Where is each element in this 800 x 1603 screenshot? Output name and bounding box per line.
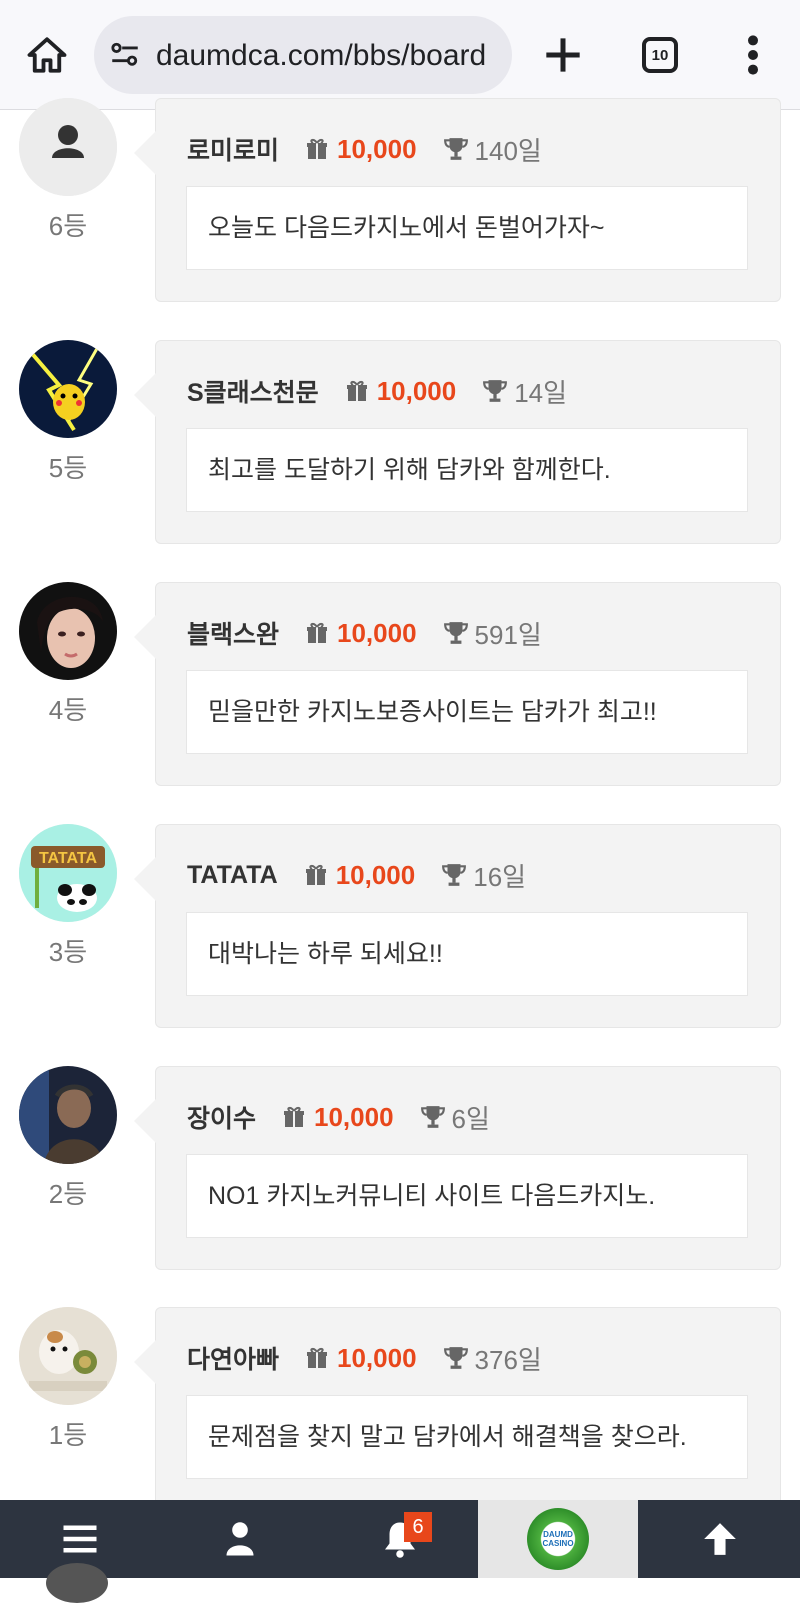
notification-count-badge: 6 — [404, 1512, 432, 1542]
comment-meta: 장이수 10,000 6일 — [187, 1097, 490, 1137]
site-settings-icon[interactable] — [108, 38, 142, 72]
more-vert-icon — [748, 35, 758, 75]
rank-label: 1등 — [48, 1420, 88, 1450]
comment-bubble: S클래스천문 10,000 14일최고를 도달하기 위해 담카와 함께한다. — [134, 340, 781, 544]
points-value: 10,000 — [376, 375, 457, 406]
gift-icon — [307, 138, 328, 159]
home-icon — [27, 37, 67, 73]
comment-item: 5등 S클래스천문 10,000 14일최고를 도달하기 위해 담카와 함께한다. — [0, 340, 800, 544]
comment-meta: 로미로미 10,000 140일 — [187, 129, 542, 169]
nickname[interactable]: 장이수 — [187, 1099, 256, 1135]
address-bar[interactable]: daumdca.com/bbs/board — [94, 16, 512, 94]
nickname[interactable]: 블랙스완 — [187, 615, 279, 651]
comment-item: 2등 장이수 10,000 6일 NO1 카지노커뮤니티 사이트 다음드카지노. — [0, 1066, 800, 1270]
hamburger-menu-icon — [63, 1525, 97, 1553]
svg-text:TATATA: TATATA — [39, 850, 97, 867]
browser-menu-button[interactable] — [738, 30, 768, 80]
rank-label: 4등 — [48, 695, 88, 725]
comment-item: TATATA 3등 TATATA 10,000 16일대박나는 하루 되세요!! — [0, 824, 800, 1028]
user-avatar[interactable] — [19, 1066, 117, 1164]
comment-message: 대박나는 하루 되세요!! — [186, 912, 748, 996]
comment-message: 오늘도 다음드카지노에서 돈벌어가자~ — [186, 186, 748, 270]
user-avatar[interactable]: TATATA — [19, 824, 117, 922]
user-avatar[interactable] — [19, 1307, 117, 1405]
comment-meta: S클래스천문 10,000 14일 — [187, 371, 567, 411]
trophy-icon — [420, 1106, 445, 1128]
trophy-icon — [443, 622, 468, 644]
tab-switcher-button[interactable]: 10 — [642, 37, 678, 73]
rank-label: 6등 — [48, 211, 88, 241]
membership-days: 591일 — [474, 619, 542, 650]
comment-item: 4등 블랙스완 10,000 591일믿을만한 카지노보증사이트는 담카가 최고!! — [0, 582, 800, 786]
comment-bubble: 로미로미 10,000 140일오늘도 다음드카지노에서 돈벌어가자~ — [134, 98, 781, 302]
user-avatar[interactable] — [19, 582, 117, 680]
floating-scroll-handle[interactable] — [46, 1563, 108, 1603]
scroll-top-button[interactable] — [640, 1500, 800, 1578]
user-button[interactable] — [160, 1500, 320, 1578]
membership-days: 16일 — [473, 861, 527, 892]
bottom-navigation: 6 DAUMD CASINO — [0, 1500, 800, 1578]
points-value: 10,000 — [337, 1342, 417, 1373]
points-value: 10,000 — [314, 1101, 394, 1132]
logo-text-top: DAUMD — [543, 1530, 573, 1539]
browser-toolbar: daumdca.com/bbs/board 10 — [0, 0, 800, 110]
gift-icon — [307, 1347, 328, 1368]
gift-icon — [307, 622, 328, 643]
comment-meta: 블랙스완 10,000 591일 — [187, 613, 542, 653]
membership-days: 6일 — [451, 1103, 490, 1134]
arrow-up-icon — [704, 1523, 736, 1555]
comment-meta: TATATA 10,000 16일 — [187, 855, 526, 895]
comment-item: 6등 로미로미 10,000 140일오늘도 다음드카지노에서 돈벌어가자~ — [0, 98, 800, 302]
membership-days: 14일 — [514, 377, 568, 408]
points-value: 10,000 — [335, 859, 416, 890]
comment-item: 1등 다연아빠 10,000 376일문제점을 찾지 말고 담카에서 해결책을 찾으라… — [0, 1307, 800, 1511]
nickname[interactable]: TATATA — [187, 861, 278, 890]
comment-bubble: 장이수 10,000 6일 NO1 카지노커뮤니티 사이트 다음드카지노. — [134, 1066, 781, 1270]
home-logo-button[interactable]: DAUMD CASINO — [478, 1500, 638, 1578]
gift-icon — [305, 864, 326, 885]
user-avatar[interactable] — [19, 340, 117, 438]
comment-message: 믿을만한 카지노보증사이트는 담카가 최고!! — [186, 670, 748, 754]
nickname[interactable]: 다연아빠 — [187, 1340, 279, 1376]
plus-icon — [546, 38, 580, 72]
nickname[interactable]: S클래스천문 — [187, 373, 319, 409]
comment-meta: 다연아빠 10,000 376일 — [187, 1338, 542, 1378]
trophy-icon — [483, 380, 508, 402]
trophy-icon — [443, 1347, 468, 1369]
nickname[interactable]: 로미로미 — [187, 131, 279, 167]
comment-message: NO1 카지노커뮤니티 사이트 다음드카지노. — [186, 1154, 748, 1238]
membership-days: 140일 — [474, 135, 542, 166]
rank-label: 5등 — [48, 453, 88, 483]
new-tab-button[interactable] — [538, 30, 588, 80]
rank-label: 2등 — [48, 1179, 88, 1209]
rank-label: 3등 — [48, 937, 88, 967]
points-value: 10,000 — [337, 617, 417, 648]
user-avatar[interactable] — [19, 98, 117, 196]
trophy-icon — [443, 138, 468, 160]
comment-bubble: TATATA 10,000 16일대박나는 하루 되세요!! — [134, 824, 781, 1028]
comment-message: 문제점을 찾지 말고 담카에서 해결책을 찾으라. — [186, 1395, 748, 1479]
comment-bubble: 블랙스완 10,000 591일믿을만한 카지노보증사이트는 담카가 최고!! — [134, 582, 781, 786]
home-button[interactable] — [22, 30, 72, 80]
url-text[interactable]: daumdca.com/bbs/board — [156, 36, 506, 76]
daumd-casino-logo: DAUMD CASINO — [527, 1508, 589, 1570]
user-icon — [226, 1522, 254, 1556]
comment-bubble: 다연아빠 10,000 376일문제점을 찾지 말고 담카에서 해결책을 찾으라. — [134, 1307, 781, 1511]
points-value: 10,000 — [337, 133, 417, 164]
gift-icon — [284, 1106, 305, 1127]
membership-days: 376일 — [474, 1344, 542, 1375]
logo-text-bottom: CASINO — [542, 1539, 574, 1548]
notifications-button[interactable]: 6 — [320, 1500, 480, 1578]
trophy-icon — [442, 864, 467, 886]
gift-icon — [346, 380, 367, 401]
comment-message: 최고를 도달하기 위해 담카와 함께한다. — [186, 428, 748, 512]
